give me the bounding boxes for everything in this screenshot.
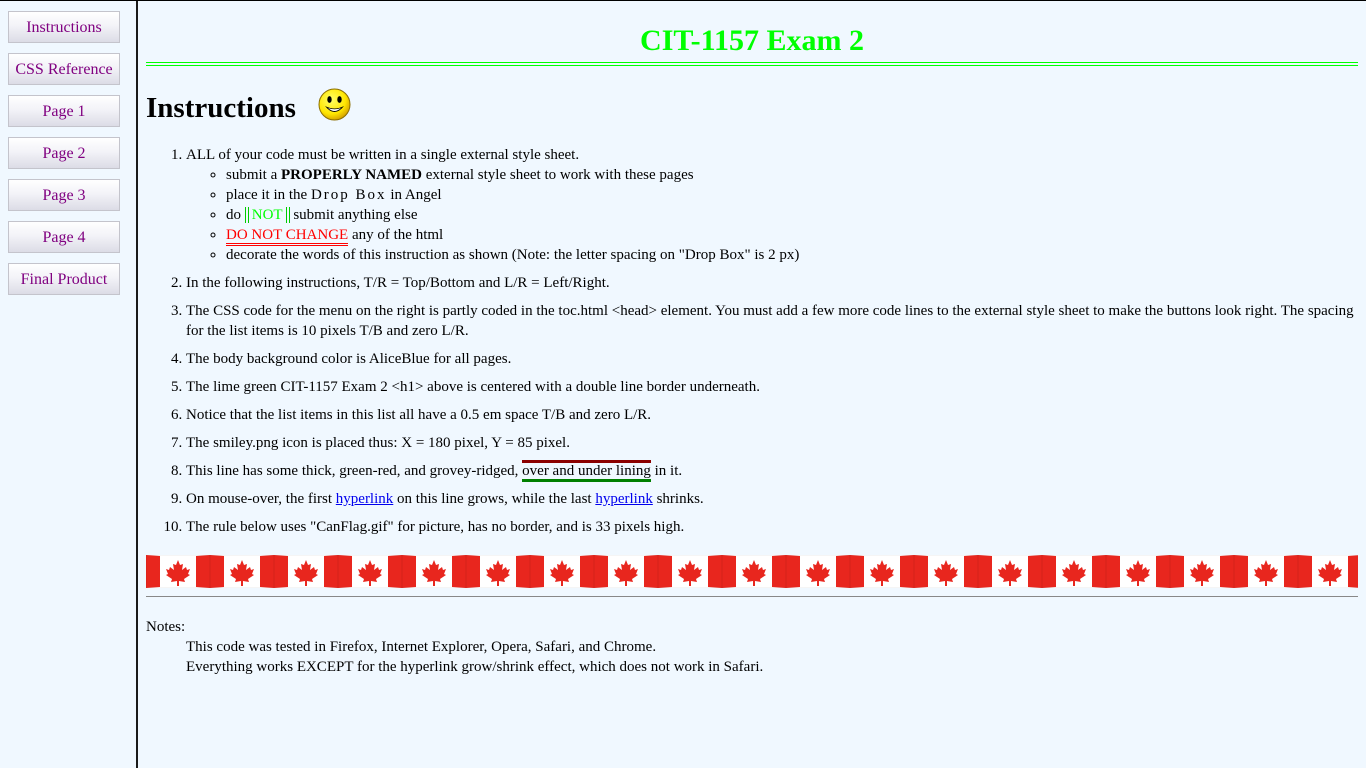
main-frame[interactable]: CIT-1157 Exam 2 Instructions 1. ALL of y… — [138, 1, 1366, 768]
item5-text: The lime green CIT-1157 Exam 2 <h1> abov… — [186, 379, 760, 395]
item9-mid: on this line grows, while the last — [393, 491, 596, 507]
do-not-change-red: DO NOT CHANGE — [226, 227, 349, 246]
item7-text: The smiley.png icon is placed thus: X = … — [186, 435, 570, 451]
canadian-flag-icon — [1106, 555, 1170, 588]
sub2-post: in Angel — [386, 187, 442, 203]
notes-section: Notes: This code was tested in Firefox, … — [146, 617, 1358, 677]
item6-text: Notice that the list items in this list … — [186, 407, 652, 423]
item8-post: in it. — [650, 463, 683, 479]
canadian-flag-icon — [402, 555, 466, 588]
canadian-flag-icon — [786, 555, 850, 588]
drop-box-spaced: Drop Box — [310, 187, 387, 203]
sub-list-item: do NOT submit anything else — [226, 205, 1358, 225]
list-item: The rule below uses "CanFlag.gif" for pi… — [186, 517, 1358, 537]
canadian-flag-icon — [914, 555, 978, 588]
page-title: CIT-1157 Exam 2 — [146, 23, 1358, 66]
canadian-flag-icon — [1042, 555, 1106, 588]
item9-post: shrinks. — [652, 491, 704, 507]
list-item: The lime green CIT-1157 Exam 2 <h1> abov… — [186, 377, 1358, 397]
sub1-pre: submit a — [226, 167, 281, 183]
sub-list-item: decorate the words of this instruction a… — [226, 245, 1358, 265]
toc-item: Page 3 — [8, 179, 136, 211]
sub-list-item: place it in the Drop Box in Angel — [226, 185, 1358, 205]
canadian-flag-icon — [274, 555, 338, 588]
note-line: Everything works EXCEPT for the hyperlin… — [186, 659, 764, 675]
toc-link-page-2[interactable]: Page 2 — [8, 137, 120, 169]
toc-item: CSS Reference — [8, 53, 136, 85]
sub-list: submit a PROPERLY NAMED external style s… — [186, 165, 1358, 265]
canadian-flag-icon — [658, 555, 722, 588]
list-item: The CSS code for the menu on the right i… — [186, 301, 1358, 341]
list-item: Notice that the list items in this list … — [186, 405, 1358, 425]
item8-pre: This line has some thick, green-red, and… — [186, 463, 523, 479]
list-item: The body background color is AliceBlue f… — [186, 349, 1358, 369]
sub2-pre: place it in the — [226, 187, 311, 203]
note-line: This code was tested in Firefox, Interne… — [186, 639, 657, 655]
item9-pre: On mouse-over, the first — [186, 491, 336, 507]
smiley-face-icon — [318, 88, 351, 121]
over-under-lined-text: over and under lining — [522, 460, 651, 482]
item1-text: ALL of your code must be written in a si… — [186, 147, 580, 163]
toc-link-page-4[interactable]: Page 4 — [8, 221, 120, 253]
sub3-pre: do — [226, 207, 245, 223]
shrink-hyperlink[interactable]: hyperlink — [595, 491, 653, 507]
sub4-post: any of the html — [348, 227, 444, 243]
sub-list-item: submit a PROPERLY NAMED external style s… — [226, 165, 1358, 185]
toc-link-page-1[interactable]: Page 1 — [8, 95, 120, 127]
toc-menu: Instructions CSS Reference Page 1 Page 2… — [0, 1, 136, 295]
toc-item: Final Product — [8, 263, 136, 295]
canadian-flag-icon — [466, 555, 530, 588]
item10-text: The rule below uses "CanFlag.gif" for pi… — [186, 519, 685, 535]
item3-text: The CSS code for the menu on the right i… — [186, 303, 1354, 339]
list-item: In the following instructions, T/R = Top… — [186, 273, 1358, 293]
instruction-list: ALL of your code must be written in a si… — [146, 145, 1358, 537]
canadian-flag-icon — [722, 555, 786, 588]
toc-item: Instructions — [8, 11, 136, 43]
divider — [146, 596, 1358, 597]
not-bordered: NOT — [244, 207, 290, 223]
sub5-text: decorate the words of this instruction a… — [226, 247, 800, 263]
canadian-flag-icon — [1234, 555, 1298, 588]
canadian-flag-icon — [338, 555, 402, 588]
canadian-flag-icon — [210, 555, 274, 588]
canadian-flag-icon — [978, 555, 1042, 588]
list-item: This line has some thick, green-red, and… — [186, 460, 1358, 482]
instructions-heading: Instructions — [146, 88, 1358, 128]
notes-label: Notes: — [146, 619, 186, 635]
properly-named-bold: PROPERLY NAMED — [281, 167, 422, 183]
toc-link-page-3[interactable]: Page 3 — [8, 179, 120, 211]
toc-item: Page 2 — [8, 137, 136, 169]
canadian-flag-icon — [146, 555, 210, 588]
toc-item: Page 4 — [8, 221, 136, 253]
item2-text: In the following instructions, T/R = Top… — [186, 275, 610, 291]
canadian-flag-icon — [1298, 555, 1358, 588]
toc-frame: Instructions CSS Reference Page 1 Page 2… — [0, 1, 138, 768]
grow-hyperlink[interactable]: hyperlink — [336, 491, 394, 507]
canadian-flag-icon — [1170, 555, 1234, 588]
canadian-flag-icon — [530, 555, 594, 588]
canadian-flag-icon — [594, 555, 658, 588]
main-content: CIT-1157 Exam 2 Instructions 1. ALL of y… — [138, 23, 1366, 677]
toc-link-css-reference[interactable]: CSS Reference — [8, 53, 120, 85]
sub-list-item: DO NOT CHANGE any of the html — [226, 225, 1358, 246]
list-item: On mouse-over, the first hyperlink on th… — [186, 489, 1358, 509]
canadian-flag-icon — [850, 555, 914, 588]
canadian-flag-rule — [146, 555, 1358, 588]
toc-item: Page 1 — [8, 95, 136, 127]
toc-link-final-product[interactable]: Final Product — [8, 263, 120, 295]
sub3-post: submit anything else — [289, 207, 418, 223]
item4-text: The body background color is AliceBlue f… — [186, 351, 512, 367]
list-item: The smiley.png icon is placed thus: X = … — [186, 433, 1358, 453]
toc-link-instructions[interactable]: Instructions — [8, 11, 120, 43]
instructions-heading-text: Instructions — [146, 92, 296, 124]
list-item: ALL of your code must be written in a si… — [186, 145, 1358, 265]
sub1-post: external style sheet to work with these … — [421, 167, 694, 183]
frameset: Instructions CSS Reference Page 1 Page 2… — [0, 0, 1366, 768]
